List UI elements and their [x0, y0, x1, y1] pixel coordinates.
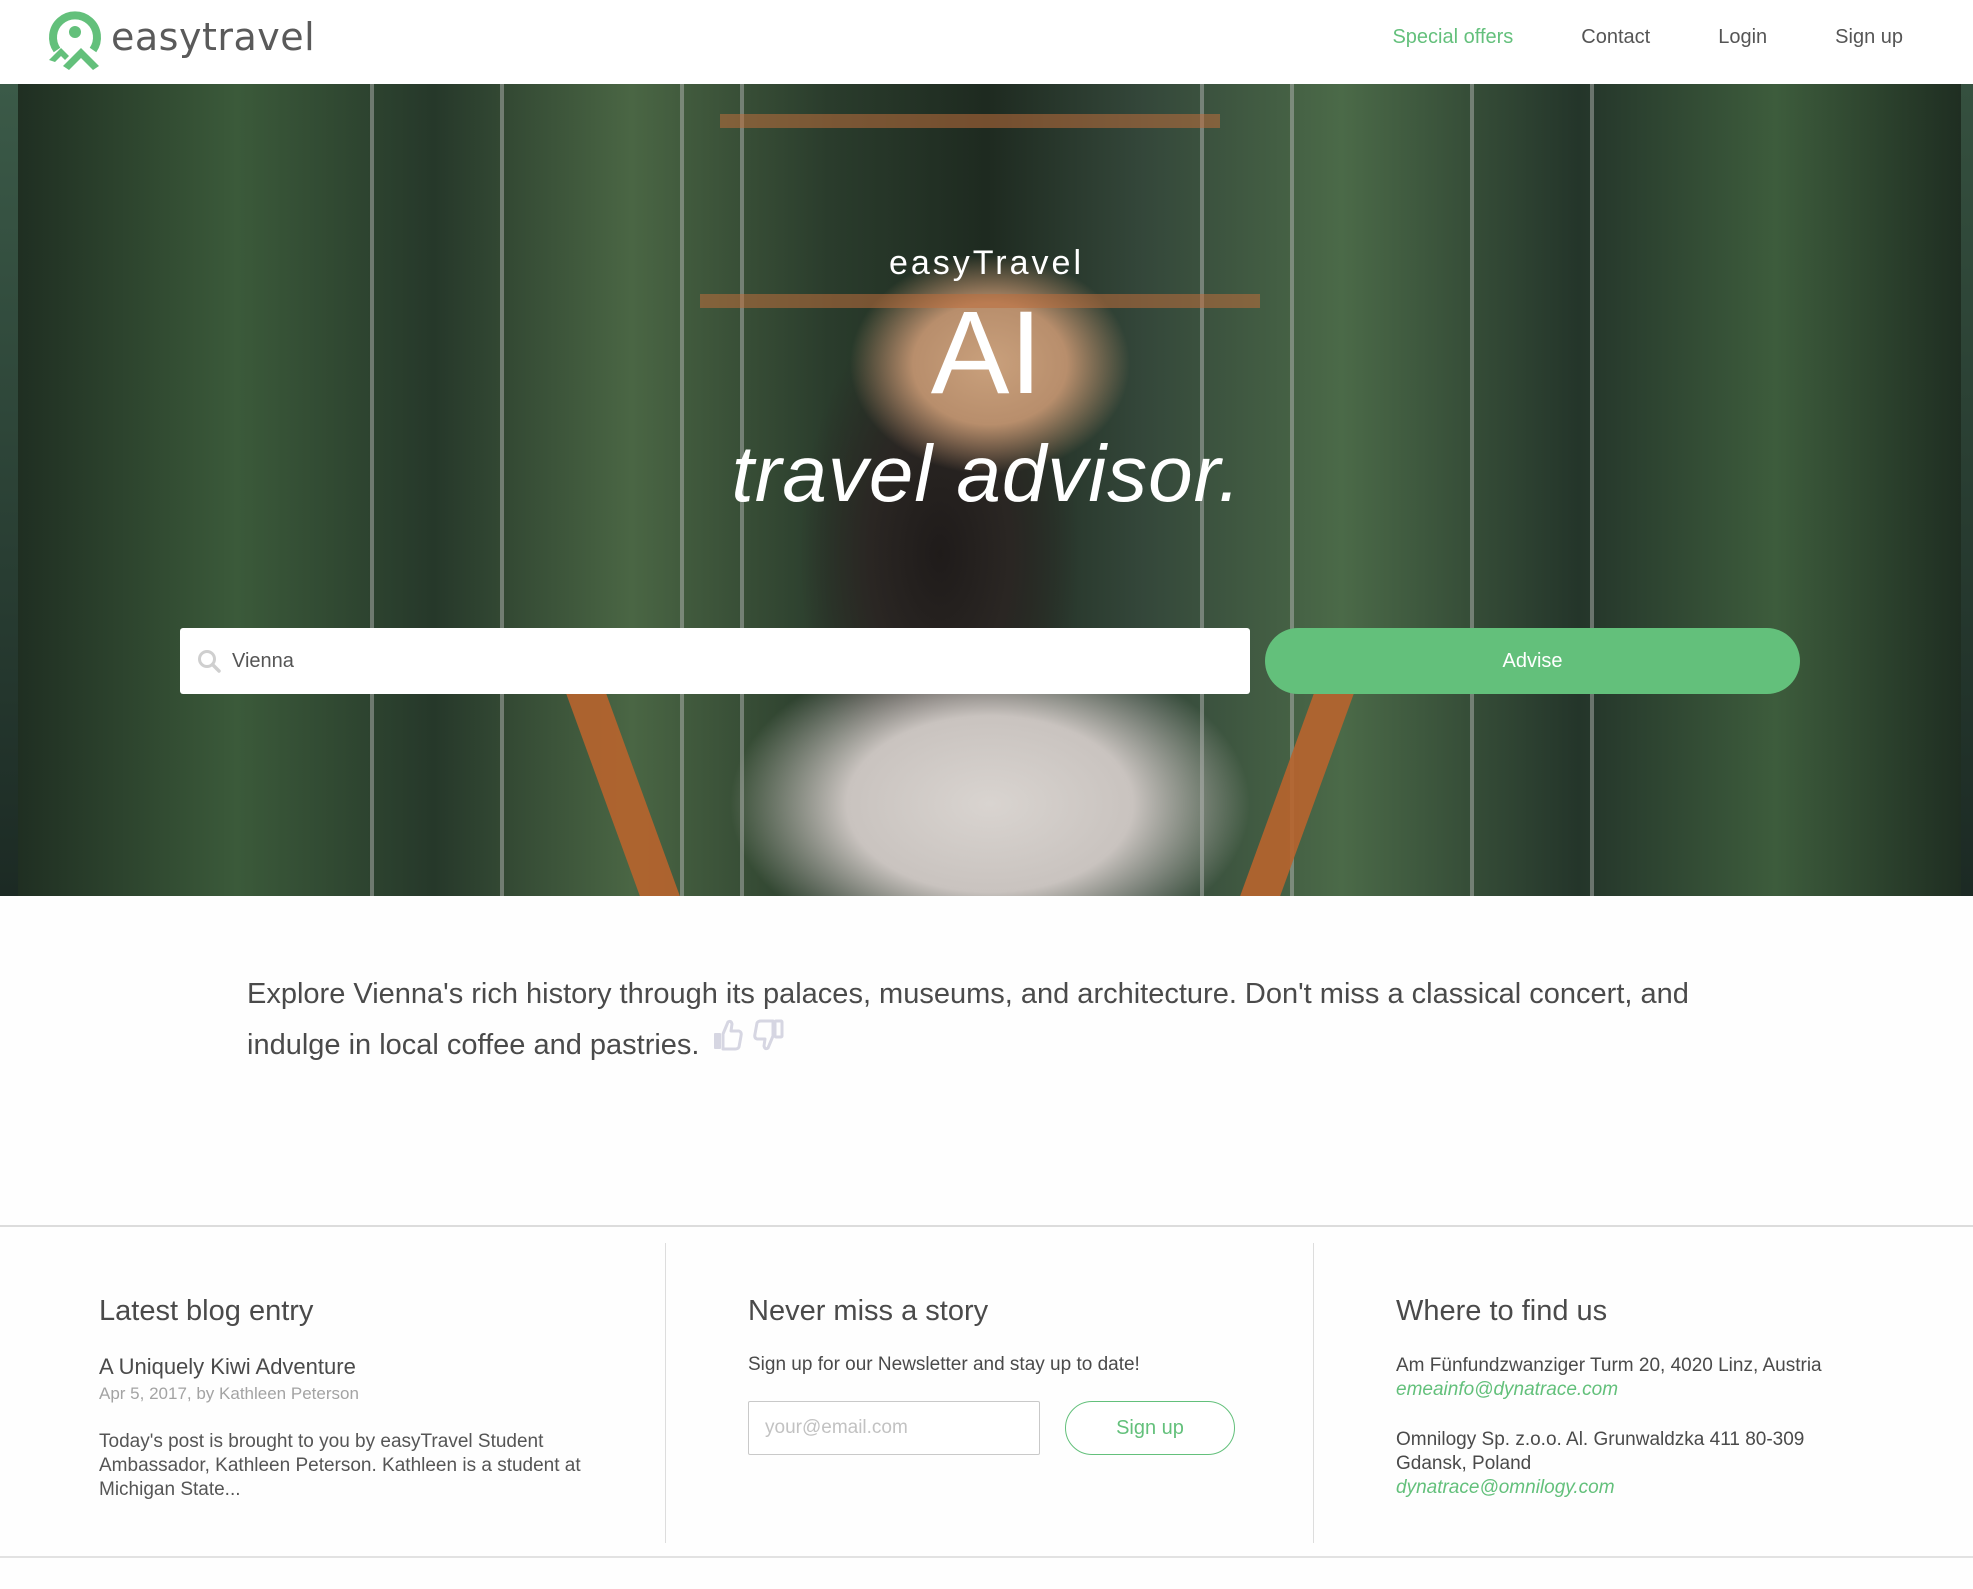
- site-footer: Latest blog entry A Uniquely Kiwi Advent…: [0, 1225, 1973, 1558]
- email-link-omnilogy[interactable]: dynatrace@omnilogy.com: [1396, 1476, 1953, 1500]
- newsletter-email-input[interactable]: [748, 1401, 1040, 1455]
- newsletter-section: Never miss a story Sign up for our Newsl…: [666, 1243, 1314, 1543]
- logo-icon: [49, 11, 101, 70]
- newsletter-signup-button[interactable]: Sign up: [1065, 1401, 1235, 1455]
- logo[interactable]: easytravel: [47, 10, 315, 70]
- blog-post-excerpt: Today's post is brought to you by easyTr…: [99, 1431, 581, 1500]
- nav-contact[interactable]: Contact: [1581, 26, 1650, 49]
- contact-heading: Where to find us: [1396, 1295, 1608, 1327]
- contact-section: Where to find us Am Fünfundzwanziger Tur…: [1314, 1243, 1973, 1543]
- bridge-beam: [720, 114, 1220, 128]
- location-linz: Am Fünfundzwanziger Turm 20, 4020 Linz, …: [1396, 1354, 1953, 1402]
- hero-brand: easyTravel: [888, 244, 1085, 282]
- advice-result: Explore Vienna's rich history through it…: [247, 970, 1697, 1069]
- email-link-emea[interactable]: emeainfo@dynatrace.com: [1396, 1378, 1953, 1402]
- blog-section: Latest blog entry A Uniquely Kiwi Advent…: [0, 1243, 666, 1543]
- thumbs-up-icon[interactable]: [712, 1018, 744, 1052]
- main-nav: Special offers Contact Login Sign up: [1324, 26, 1903, 49]
- destination-input[interactable]: [232, 649, 1132, 673]
- nav-login[interactable]: Login: [1718, 26, 1767, 49]
- site-header: easytravel Special offers Contact Login …: [0, 0, 1973, 84]
- nav-sign-up[interactable]: Sign up: [1835, 26, 1903, 49]
- brand-name: easytravel: [111, 15, 316, 59]
- destination-search[interactable]: [180, 628, 1250, 694]
- hero-banner: easyTravel AI travel advisor. Advise: [0, 84, 1973, 896]
- address-linz: Am Fünfundzwanziger Turm 20, 4020 Linz, …: [1396, 1355, 1822, 1376]
- location-gdansk: Omnilogy Sp. z.o.o. Al. Grunwaldzka 411 …: [1396, 1428, 1953, 1500]
- newsletter-heading: Never miss a story: [748, 1295, 989, 1327]
- newsletter-text: Sign up for our Newsletter and stay up t…: [748, 1354, 1140, 1375]
- bridge-rail-left: [562, 684, 698, 896]
- nav-special-offers[interactable]: Special offers: [1392, 26, 1513, 49]
- advise-button[interactable]: Advise: [1265, 628, 1800, 694]
- blog-post-meta: Apr 5, 2017, by Kathleen Peterson: [99, 1384, 359, 1403]
- hero-tagline: travel advisor.: [731, 429, 1242, 518]
- search-icon: [198, 650, 221, 673]
- feedback-buttons: [712, 1018, 784, 1052]
- blog-post-title[interactable]: A Uniquely Kiwi Adventure: [99, 1354, 645, 1380]
- address-gdansk: Omnilogy Sp. z.o.o. Al. Grunwaldzka 411 …: [1396, 1429, 1805, 1474]
- advice-text: Explore Vienna's rich history through it…: [247, 978, 1689, 1061]
- hero-headline: AI: [930, 287, 1043, 419]
- blog-heading: Latest blog entry: [99, 1295, 314, 1327]
- thumbs-down-icon[interactable]: [752, 1018, 784, 1052]
